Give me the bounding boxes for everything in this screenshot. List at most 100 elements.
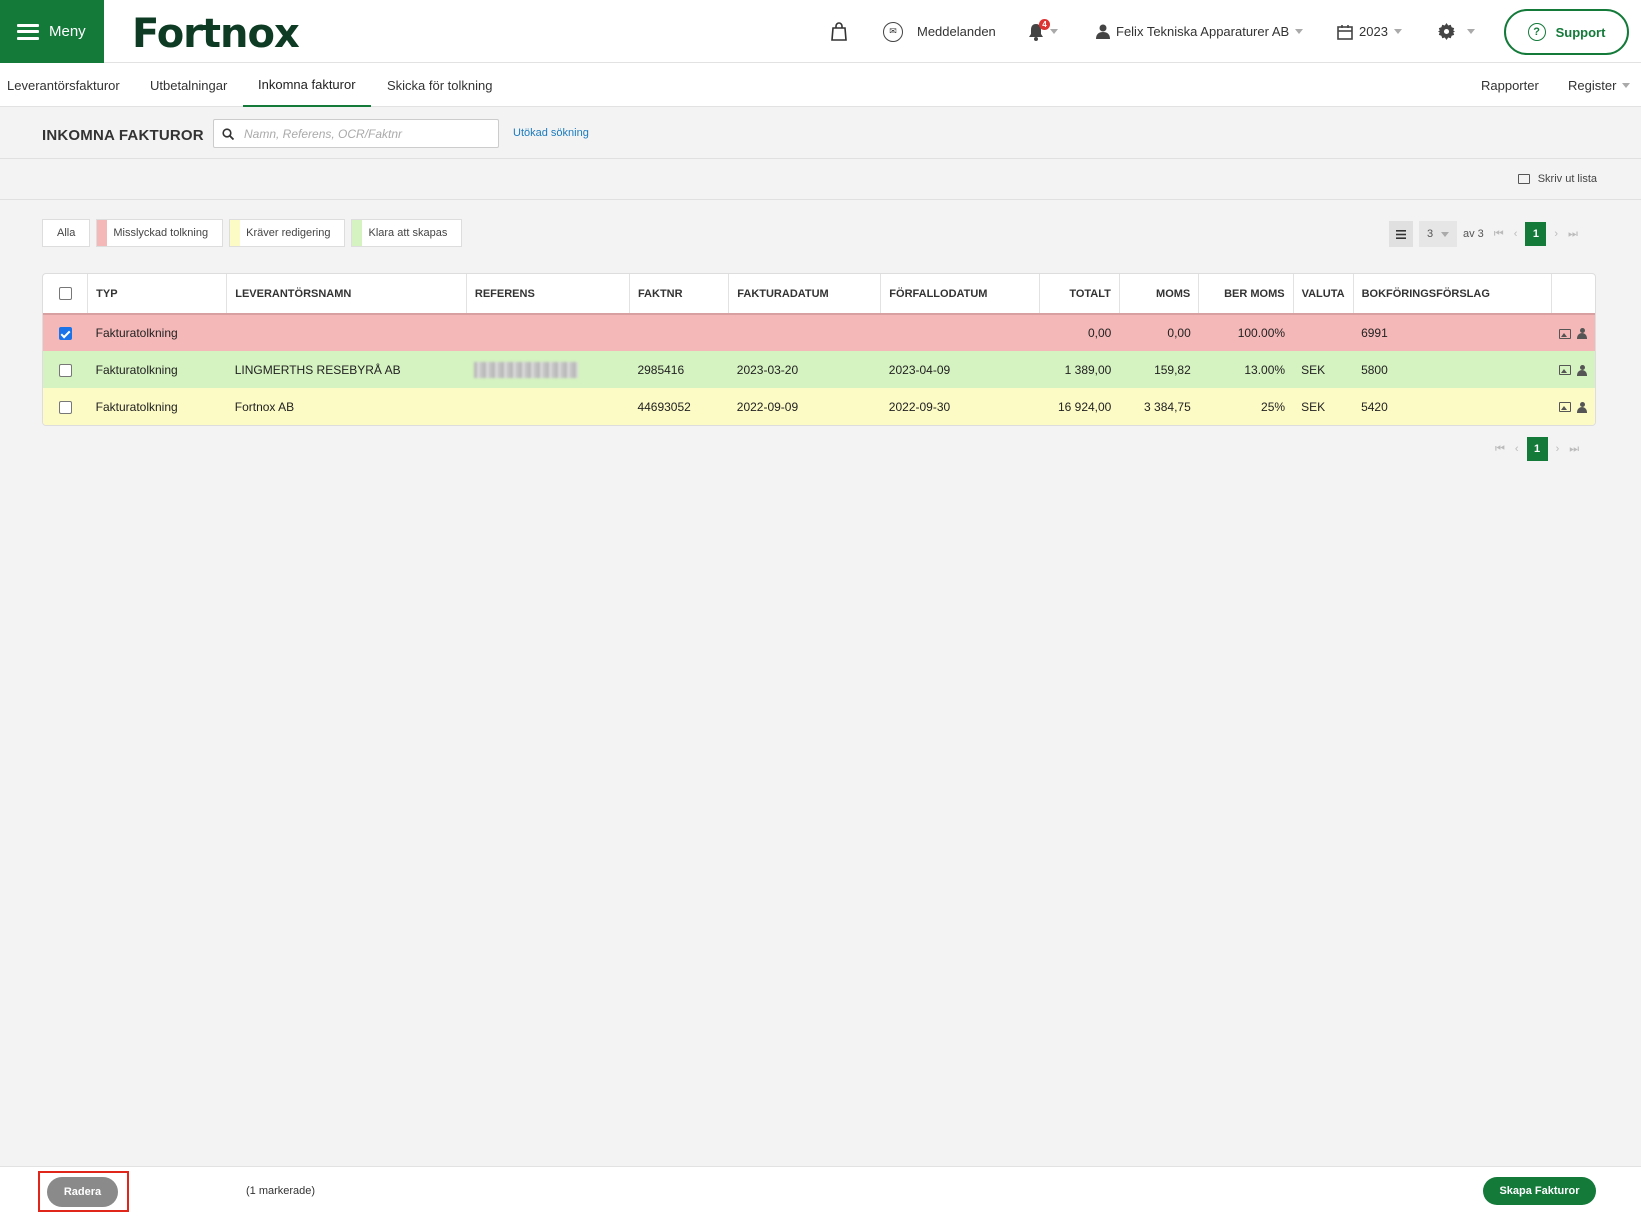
notifications-button[interactable]: 4 (1028, 0, 1058, 63)
support-label: Support (1555, 24, 1606, 40)
table-row[interactable]: Fakturatolkning Fortnox AB 44693052 2022… (43, 388, 1595, 425)
cell-referens (466, 351, 630, 388)
tab-leverantorsfakturor[interactable]: Leverantörsfakturor (7, 63, 120, 107)
cell-ber-moms: 25% (1198, 388, 1294, 425)
cell-referens (466, 314, 630, 351)
delete-button[interactable]: Radera (47, 1177, 118, 1207)
col-leverantorsnamn[interactable]: LEVERANTÖRSNAMN (226, 274, 467, 315)
chevron-down-icon (1622, 82, 1631, 88)
tab-inkomna-fakturor[interactable]: Inkomna fakturor (243, 63, 371, 107)
advanced-search-link[interactable]: Utökad sökning (513, 127, 589, 139)
chevron-down-icon (1295, 29, 1304, 34)
shopping-bag-icon[interactable] (830, 0, 848, 63)
filter-needs-edit-label: Kräver redigering (246, 227, 331, 239)
table-header-row: TYP LEVERANTÖRSNAMN REFERENS FAKTNR FAKT… (43, 274, 1595, 315)
select-all-cell (43, 274, 89, 315)
filter-needs-edit[interactable]: Kräver redigering (229, 219, 346, 247)
col-fakturadatum[interactable]: FAKTURADATUM (728, 274, 882, 315)
cell-valuta: SEK (1293, 351, 1354, 388)
create-invoices-button[interactable]: Skapa Fakturor (1483, 1177, 1596, 1205)
first-page-icon[interactable]: ⏮ (1495, 443, 1505, 456)
tab-register[interactable]: Register (1568, 63, 1631, 107)
last-page-icon[interactable]: ⏭ (1569, 443, 1579, 456)
question-icon: ? (1527, 23, 1546, 41)
chevron-down-icon (1050, 29, 1058, 34)
cell-valuta: SEK (1293, 388, 1354, 425)
prev-page-icon[interactable]: ‹ (1515, 443, 1519, 455)
col-referens[interactable]: REFERENS (466, 274, 630, 315)
support-button[interactable]: ? Support (1504, 9, 1629, 55)
col-valuta[interactable]: VALUTA (1293, 274, 1354, 315)
search-field[interactable] (213, 119, 499, 148)
search-input[interactable] (244, 126, 484, 141)
sub-navigation: Leverantörsfakturor Utbetalningar Inkomn… (0, 63, 1641, 107)
cell-leverantor (226, 314, 467, 351)
year-label: 2023 (1359, 24, 1388, 39)
col-bokforingsforslag[interactable]: BOKFÖRINGSFÖRSLAG (1353, 274, 1552, 315)
prev-page-icon[interactable]: ‹ (1514, 228, 1518, 240)
user-icon[interactable] (1577, 401, 1587, 413)
printer-icon (1517, 174, 1530, 184)
cell-referens (466, 388, 630, 425)
print-list-label: Skriv ut lista (1537, 173, 1597, 185)
menu-label: Meny (49, 23, 86, 40)
tab-utbetalningar[interactable]: Utbetalningar (150, 63, 227, 107)
fortnox-logo[interactable]: Fortnox (132, 11, 300, 57)
failed-swatch (97, 220, 108, 246)
chevron-down-icon (1393, 29, 1402, 34)
col-typ[interactable]: TYP (87, 274, 228, 315)
current-page-button[interactable]: 1 (1526, 437, 1548, 461)
cell-faktnr: 2985416 (629, 351, 729, 388)
cell-typ: Fakturatolkning (87, 351, 227, 388)
row-checkbox[interactable] (58, 327, 72, 341)
filter-ready[interactable]: Klara att skapas (351, 219, 463, 247)
filter-all[interactable]: Alla (42, 219, 91, 247)
last-page-icon[interactable]: ⏭ (1568, 228, 1578, 241)
invoice-table: TYP LEVERANTÖRSNAMN REFERENS FAKTNR FAKT… (42, 273, 1596, 426)
col-faktnr[interactable]: FAKTNR (629, 274, 730, 315)
bottom-action-bar: Radera (1 markerade) Skapa Fakturor (0, 1166, 1641, 1220)
next-page-icon[interactable]: › (1556, 443, 1560, 455)
page-title: INKOMNA FAKTUROR (42, 127, 204, 144)
list-icon (1396, 229, 1406, 239)
page-size-select[interactable]: 3 (1419, 221, 1457, 247)
row-select-cell (43, 314, 88, 351)
settings-button[interactable] (1438, 0, 1475, 63)
menu-button[interactable]: Meny (0, 0, 104, 63)
col-moms[interactable]: MOMS (1119, 274, 1200, 315)
table-row[interactable]: Fakturatolkning LINGMERTHS RESEBYRÅ AB 2… (43, 351, 1595, 388)
search-icon (222, 127, 234, 140)
tab-rapporter[interactable]: Rapporter (1481, 63, 1539, 107)
image-icon[interactable] (1559, 402, 1571, 413)
filter-failed[interactable]: Misslyckad tolkning (96, 219, 224, 247)
first-page-icon[interactable]: ⏮ (1494, 228, 1504, 241)
hamburger-icon (17, 23, 39, 40)
col-totalt[interactable]: TOTALT (1039, 274, 1120, 315)
user-icon[interactable] (1577, 364, 1587, 376)
row-checkbox[interactable] (58, 363, 72, 377)
print-list-button[interactable]: Skriv ut lista (1517, 173, 1597, 185)
col-forfallodatum[interactable]: FÖRFALLODATUM (880, 274, 1041, 315)
selected-count: (1 markerade) (246, 1185, 316, 1197)
cell-faktnr (629, 314, 729, 351)
current-page-button[interactable]: 1 (1525, 222, 1547, 246)
row-checkbox[interactable] (58, 400, 72, 414)
col-ber-moms[interactable]: BER MOMS (1198, 274, 1294, 315)
image-icon[interactable] (1559, 328, 1571, 339)
list-view-button[interactable] (1389, 221, 1413, 247)
cell-valuta (1293, 314, 1354, 351)
next-page-icon[interactable]: › (1554, 228, 1558, 240)
cell-moms: 0,00 (1119, 314, 1199, 351)
cell-fakturadatum: 2022-09-09 (728, 388, 881, 425)
user-icon[interactable] (1577, 328, 1587, 340)
cell-faktnr: 44693052 (629, 388, 729, 425)
row-select-cell (43, 351, 88, 388)
messages-link[interactable]: ✉ Meddelanden (883, 0, 996, 63)
tab-skicka-for-tolkning[interactable]: Skicka för tolkning (387, 63, 493, 107)
image-icon[interactable] (1559, 365, 1571, 376)
select-all-checkbox[interactable] (58, 287, 72, 300)
table-row[interactable]: Fakturatolkning 0,00 0,00 100.00% 6991 (43, 314, 1595, 351)
cell-leverantor: Fortnox AB (226, 388, 467, 425)
year-selector[interactable]: 2023 (1337, 0, 1402, 63)
company-selector[interactable]: Felix Tekniska Apparaturer AB (1096, 0, 1304, 63)
